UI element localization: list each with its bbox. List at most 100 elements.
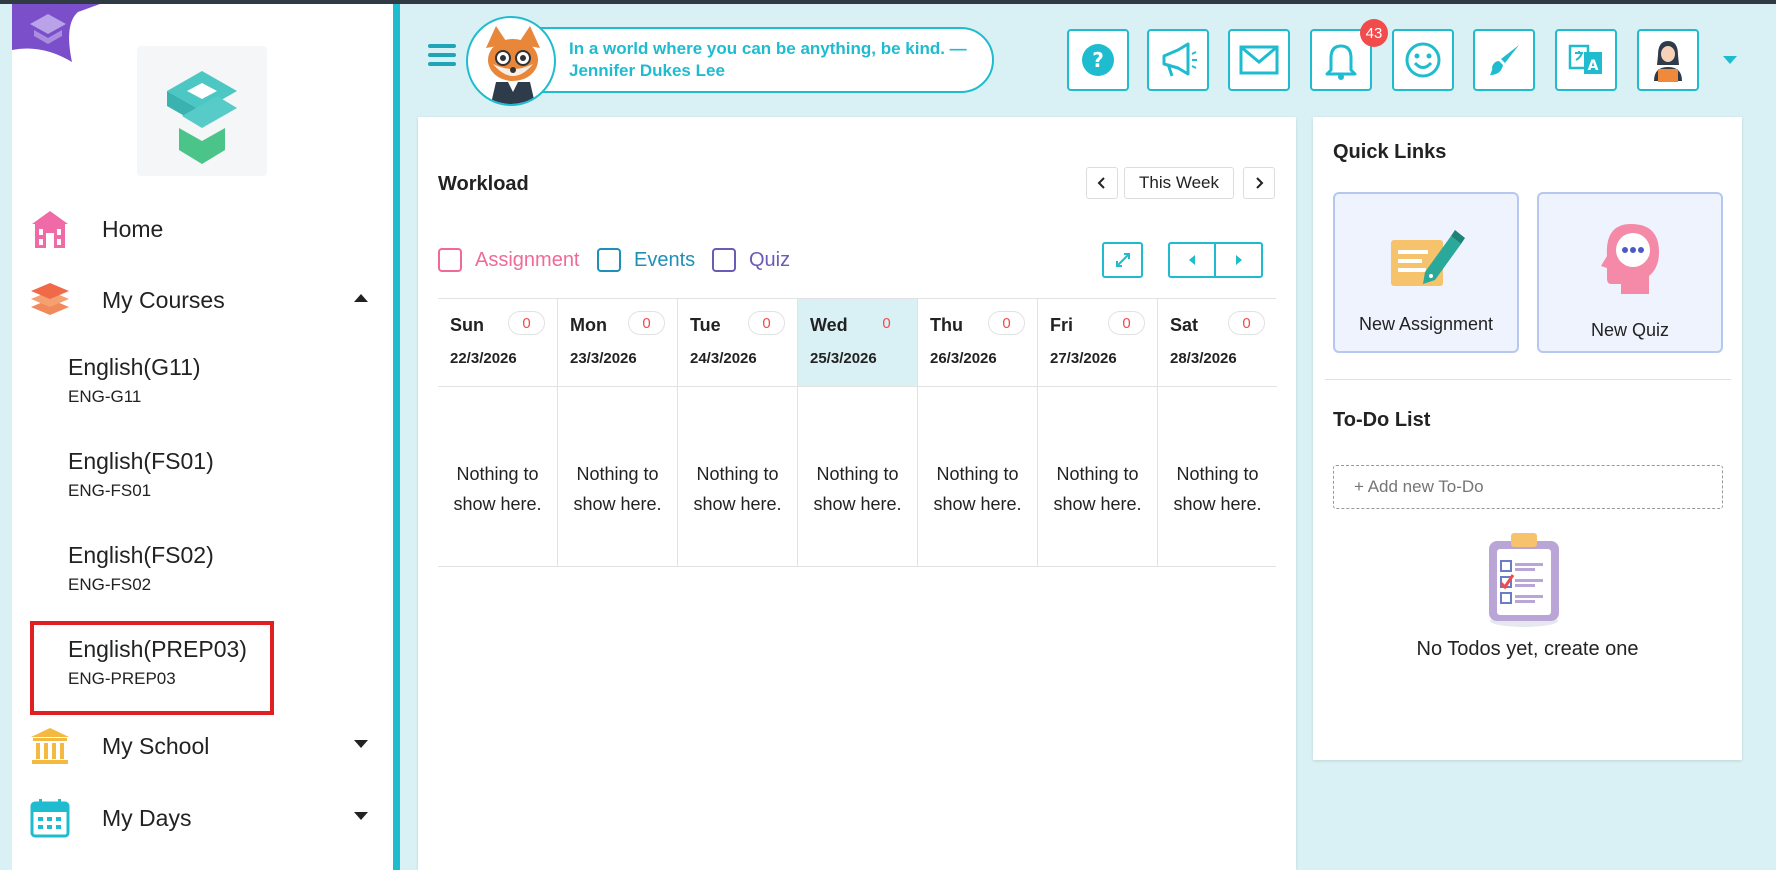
profile-button[interactable] bbox=[1637, 29, 1699, 91]
filter-events[interactable]: Events bbox=[597, 248, 695, 272]
nav-my-school[interactable]: My School bbox=[28, 722, 378, 770]
day-count-badge: 0 bbox=[882, 314, 891, 332]
nav-my-days[interactable]: My Days bbox=[28, 794, 378, 842]
messages-button[interactable] bbox=[1228, 29, 1290, 91]
svg-text:A: A bbox=[1588, 58, 1599, 74]
selection-highlight-box bbox=[30, 621, 274, 715]
feedback-button[interactable] bbox=[1392, 29, 1454, 91]
course-name: English(G11) bbox=[68, 354, 201, 380]
nav-my-courses-label: My Courses bbox=[102, 286, 225, 313]
day-name: Sat bbox=[1170, 315, 1199, 335]
day-column[interactable]: Tue 0 24/3/2026 Nothing to show here. bbox=[678, 299, 798, 567]
day-header: Sat 0 28/3/2026 bbox=[1158, 299, 1277, 387]
day-column[interactable]: Fri 0 27/3/2026 Nothing to show here. bbox=[1038, 299, 1158, 567]
course-item[interactable]: English(FS02) ENG-FS02 bbox=[68, 542, 214, 595]
chevron-left-icon bbox=[1097, 177, 1105, 189]
day-name: Wed bbox=[810, 315, 848, 335]
course-name: English(FS02) bbox=[68, 542, 214, 568]
add-todo-input[interactable] bbox=[1333, 465, 1723, 509]
help-button[interactable]: ? bbox=[1067, 29, 1129, 91]
translate-icon: A bbox=[1568, 44, 1602, 74]
workload-title: Workload bbox=[438, 173, 529, 195]
home-icon bbox=[28, 207, 72, 251]
expand-caret-icon[interactable] bbox=[354, 740, 368, 748]
scroll-right-button[interactable] bbox=[1214, 242, 1263, 278]
theme-button[interactable] bbox=[1473, 29, 1535, 91]
empty-line: show here. bbox=[453, 494, 542, 514]
profile-dropdown-caret-icon[interactable] bbox=[1723, 56, 1737, 64]
new-quiz-tile[interactable]: New Quiz bbox=[1537, 192, 1723, 353]
calendar-icon bbox=[28, 796, 72, 840]
filter-assignment[interactable]: Assignment bbox=[438, 248, 580, 272]
expand-caret-icon[interactable] bbox=[354, 812, 368, 820]
quiz-label: Quiz bbox=[749, 248, 791, 271]
nav-my-days-label: My Days bbox=[102, 804, 192, 831]
notification-count-badge: 43 bbox=[1360, 19, 1388, 47]
caret-left-icon bbox=[1189, 255, 1195, 265]
empty-line: show here. bbox=[933, 494, 1022, 514]
day-name: Sun bbox=[450, 315, 484, 335]
expand-button[interactable] bbox=[1102, 242, 1143, 278]
school-building-icon bbox=[28, 724, 72, 768]
empty-line: Nothing to bbox=[816, 464, 899, 484]
empty-line: Nothing to bbox=[576, 464, 659, 484]
mail-icon bbox=[1239, 45, 1279, 75]
prev-week-button[interactable] bbox=[1086, 167, 1118, 199]
scroll-left-button[interactable] bbox=[1168, 242, 1216, 278]
day-header: Sun 0 22/3/2026 bbox=[438, 299, 557, 387]
assignment-checkbox[interactable] bbox=[438, 248, 462, 272]
course-item[interactable]: English(FS01) ENG-FS01 bbox=[68, 448, 214, 501]
day-column[interactable]: Sat 0 28/3/2026 Nothing to show here. bbox=[1158, 299, 1278, 567]
day-empty-message: Nothing to show here. bbox=[558, 459, 677, 519]
empty-line: Nothing to bbox=[1056, 464, 1139, 484]
course-name: English(FS01) bbox=[68, 448, 214, 474]
hamburger-menu-icon[interactable] bbox=[428, 44, 456, 70]
nav-my-courses[interactable]: My Courses bbox=[28, 276, 378, 324]
chevron-right-icon bbox=[1256, 177, 1264, 189]
day-empty-message: Nothing to show here. bbox=[918, 459, 1037, 519]
day-empty-message: Nothing to show here. bbox=[1038, 459, 1157, 519]
day-date: 22/3/2026 bbox=[450, 350, 517, 367]
corner-logo-icon[interactable] bbox=[12, 4, 100, 62]
empty-line: show here. bbox=[1173, 494, 1262, 514]
events-checkbox[interactable] bbox=[597, 248, 621, 272]
smiley-icon bbox=[1405, 42, 1441, 78]
empty-line: Nothing to bbox=[1176, 464, 1259, 484]
clipboard-checklist-icon bbox=[1489, 533, 1559, 627]
day-empty-message: Nothing to show here. bbox=[438, 459, 557, 519]
day-column[interactable]: Mon 0 23/3/2026 Nothing to show here. bbox=[558, 299, 678, 567]
day-header: Mon 0 23/3/2026 bbox=[558, 299, 677, 387]
course-item[interactable]: English(G11) ENG-G11 bbox=[68, 354, 201, 407]
assignment-pen-icon bbox=[1391, 230, 1465, 286]
caret-right-icon bbox=[1235, 255, 1242, 265]
announcements-button[interactable] bbox=[1147, 29, 1209, 91]
collapse-caret-icon[interactable] bbox=[354, 294, 368, 302]
day-empty-message: Nothing to show here. bbox=[798, 459, 917, 519]
quiz-checkbox[interactable] bbox=[712, 248, 736, 272]
day-column[interactable]: Thu 0 26/3/2026 Nothing to show here. bbox=[918, 299, 1038, 567]
megaphone-icon bbox=[1162, 42, 1197, 77]
new-assignment-label: New Assignment bbox=[1358, 314, 1494, 334]
day-date: 23/3/2026 bbox=[570, 350, 637, 367]
day-count-badge: 0 bbox=[508, 311, 545, 335]
day-count-badge: 0 bbox=[1228, 311, 1265, 335]
next-week-button[interactable] bbox=[1243, 167, 1275, 199]
quick-links-title: Quick Links bbox=[1333, 141, 1447, 163]
nav-home[interactable]: Home bbox=[28, 205, 378, 253]
day-column[interactable]: Sun 0 22/3/2026 Nothing to show here. bbox=[438, 299, 558, 567]
day-name: Thu bbox=[930, 315, 963, 335]
day-column-today[interactable]: Wed 0 25/3/2026 Nothing to show here. bbox=[798, 299, 918, 567]
day-date: 26/3/2026 bbox=[930, 350, 997, 367]
school-logo[interactable] bbox=[137, 46, 267, 176]
week-range-label[interactable]: This Week bbox=[1124, 167, 1234, 199]
profile-icon bbox=[1654, 41, 1682, 82]
help-icon: ? bbox=[1082, 44, 1114, 76]
filter-quiz[interactable]: Quiz bbox=[712, 248, 790, 272]
language-button[interactable]: A bbox=[1555, 29, 1617, 91]
course-code: ENG-FS02 bbox=[68, 575, 152, 594]
nav-my-school-label: My School bbox=[102, 732, 210, 759]
new-assignment-tile[interactable]: New Assignment bbox=[1333, 192, 1519, 353]
sidebar-divider bbox=[393, 4, 400, 870]
empty-line: Nothing to bbox=[456, 464, 539, 484]
todo-title: To-Do List bbox=[1333, 409, 1431, 431]
